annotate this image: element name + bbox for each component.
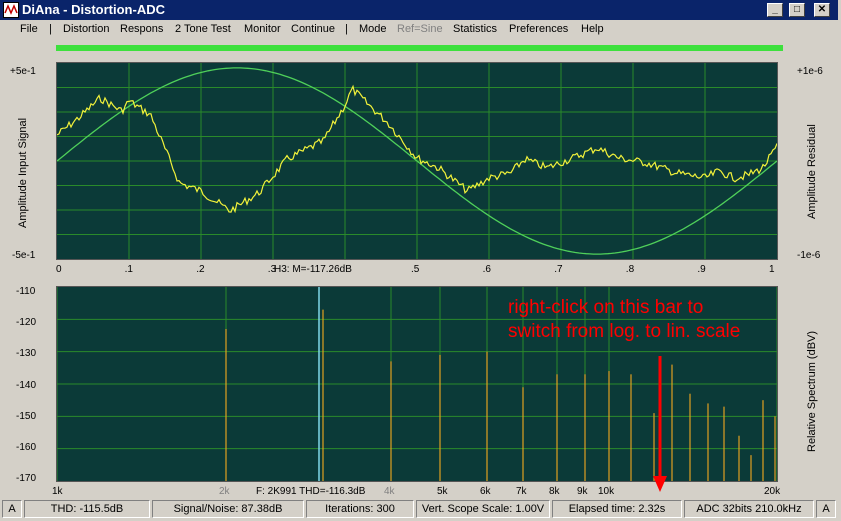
spectrum-x-tick: 5k [437, 486, 448, 497]
status-adc: ADC 32bits 210.0kHz [684, 500, 814, 518]
status-right-mode[interactable]: A [816, 500, 836, 518]
annotation-line-1: right-click on this bar to [508, 297, 704, 318]
minimize-icon: _ [772, 4, 778, 15]
menu-item-statistics[interactable]: Statistics [453, 23, 497, 36]
scope-right-top-label: +1e-6 [797, 66, 823, 77]
minimize-button[interactable]: _ [767, 3, 783, 17]
progress-bar [56, 45, 783, 51]
spectrum-y-tick: -150 [16, 410, 37, 422]
menu-item-2-tone-test[interactable]: 2 Tone Test [175, 23, 231, 36]
scope-left-top-label: +5e-1 [10, 66, 36, 77]
scope-x-tick: .1 [124, 264, 133, 275]
spectrum-x-tick: 8k [549, 486, 560, 497]
spectrum-y-tick: -110 [16, 286, 36, 297]
spectrum-y-tick: -160 [16, 442, 37, 453]
scope-left-axis-label: Amplitude Input Signal [17, 117, 29, 228]
menu-item-mode[interactable]: Mode [359, 23, 387, 36]
status-snr: Signal/Noise: 87.38dB [152, 500, 304, 518]
spectrum-x-tick: 1k [52, 486, 63, 497]
menu-item-monitor[interactable]: Monitor [244, 23, 281, 36]
status-elapsed: Elapsed time: 2.32s [552, 500, 682, 518]
scope-x-tick: .7 [554, 264, 563, 275]
scope-left-bottom-label: -5e-1 [12, 250, 36, 261]
app-icon[interactable] [3, 2, 19, 18]
status-vscale: Vert. Scope Scale: 1.00V [416, 500, 550, 518]
scope-x-tick: .8 [625, 264, 635, 275]
annotation-arrow-icon [653, 356, 667, 492]
spectrum-x-tick: 6k [480, 486, 491, 497]
menu-item-help[interactable]: Help [581, 23, 604, 36]
scope-right-axis-label: Amplitude Residual [806, 124, 818, 219]
maximize-button[interactable]: □ [789, 3, 805, 17]
h3-readout: H3: M=-117.26dB [274, 264, 352, 275]
menu-item-distortion[interactable]: Distortion [63, 23, 109, 36]
diana-window: DiAna - Distortion-ADC _ □ ✕ File | Distor… [0, 0, 841, 521]
scope-x-tick: 1 [769, 264, 775, 275]
menu-item-separator: | [49, 23, 52, 35]
spectrum-x-tick: 2k [219, 486, 230, 497]
scope-x-tick: .5 [411, 264, 420, 275]
menu-item-continue[interactable]: Continue [291, 23, 335, 36]
scope-right-bottom-label: -1e-6 [797, 250, 821, 261]
spectrum-y-tick: -120 [16, 317, 37, 329]
spectrum-x-tick: 9k [577, 486, 588, 497]
status-thd: THD: -115.5dB [24, 500, 150, 518]
menu-item-ref-sine[interactable]: Ref=Sine [397, 23, 443, 36]
scope-x-tick: .2 [196, 264, 205, 275]
menu-item-preferences[interactable]: Preferences [509, 23, 568, 36]
spectrum-x-tick: 4k [384, 486, 395, 497]
spectrum-x-tick: 20k [764, 486, 781, 497]
menu-item-separator: | [345, 23, 348, 35]
close-button[interactable]: ✕ [814, 3, 830, 17]
spectrum-x-tick: 7k [516, 486, 527, 497]
spectrum-y-tick: -130 [16, 348, 37, 360]
scope-x-tick: 0 [56, 264, 62, 275]
spectrum-x-tick: 10k [598, 486, 615, 497]
scope-svg [56, 63, 778, 259]
status-left-mode[interactable]: A [2, 500, 22, 518]
menu-item-file[interactable]: File [20, 23, 38, 36]
close-icon: ✕ [817, 4, 827, 15]
spectrum-y-tick: -140 [16, 379, 37, 391]
maximize-icon: □ [793, 4, 801, 15]
menu-bar: File | Distortion Respons 2 Tone Test Monitor… [0, 20, 838, 39]
menu-item-respons[interactable]: Respons [120, 23, 163, 36]
annotation-line-2: switch from log. to lin. scale [508, 321, 741, 342]
scope-plot[interactable] [56, 62, 778, 260]
scope-x-tick: .6 [482, 264, 491, 275]
status-iterations: Iterations: 300 [306, 500, 414, 518]
spectrum-right-axis-label: Relative Spectrum (dBV) [806, 330, 818, 452]
title-bar[interactable]: DiAna - Distortion-ADC _ □ ✕ [0, 0, 838, 20]
scope-x-tick: .9 [697, 264, 706, 275]
window-title: DiAna - Distortion-ADC [22, 2, 165, 17]
spectrum-readout: F: 2K991 THD=-116.3dB [256, 486, 366, 497]
spectrum-y-tick: -170 [16, 473, 37, 485]
